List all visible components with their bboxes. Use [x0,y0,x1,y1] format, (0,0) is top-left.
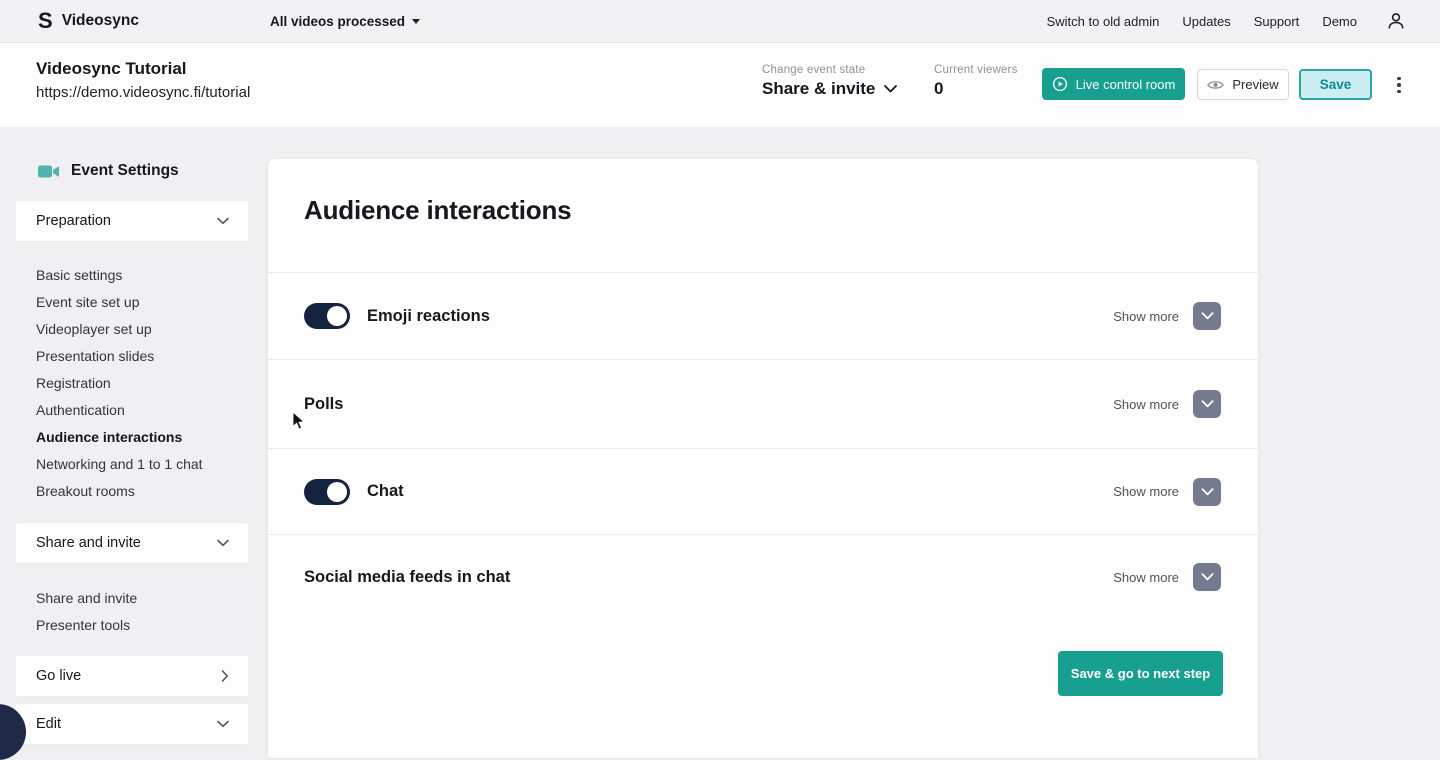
event-settings-header: Event Settings [38,162,179,180]
videosync-logo-icon: S [38,8,53,33]
event-state-value: Share & invite [762,79,876,98]
row-label: Emoji reactions [367,306,490,325]
chevron-right-icon [221,670,229,682]
chevron-down-icon [1201,312,1213,320]
row-label: Polls [304,394,344,413]
save-button[interactable]: Save [1299,69,1372,100]
row-label: Social media feeds in chat [304,567,511,586]
show-more-link[interactable]: Show more [1113,484,1179,499]
current-viewers-value: 0 [934,79,944,98]
sidebar-item-share-and-invite[interactable]: Share and invite [36,584,137,611]
more-options-button[interactable] [1391,73,1407,97]
sidebar-item-networking-1to1-chat[interactable]: Networking and 1 to 1 chat [36,450,203,477]
sidebar-item-presenter-tools[interactable]: Presenter tools [36,611,137,638]
save-next-label: Save & go to next step [1070,666,1211,681]
share-nav-list: Share and invite Presenter tools [36,584,137,638]
event-state-block: Change event state Share & invite [762,64,898,99]
row-label: Chat [367,482,404,500]
videos-processed-label: All videos processed [270,14,406,29]
save-and-next-step-button[interactable]: Save & go to next step [1058,651,1223,696]
section-edit[interactable]: Edit [16,704,248,744]
toggle-knob [327,306,347,326]
kebab-dot [1397,83,1401,87]
show-more-link[interactable]: Show more [1113,309,1179,324]
preparation-nav-list: Basic settings Event site set up Videopl… [36,262,203,504]
chevron-down-icon [884,85,898,93]
event-settings-title: Event Settings [71,162,179,179]
link-switch-old-admin[interactable]: Switch to old admin [1047,14,1160,29]
preview-label: Preview [1232,77,1279,92]
toggle-knob [327,481,347,502]
top-bar: S Videosync All videos processed Switch … [0,0,1440,43]
current-viewers-label: Current viewers [934,64,1018,76]
row-emoji-reactions: Emoji reactions Show more [268,272,1258,359]
caret-down-icon [412,19,421,24]
section-go-live-label: Go live [36,668,82,684]
chat-toggle[interactable] [304,478,350,505]
video-camera-icon [38,165,59,177]
link-support[interactable]: Support [1254,14,1300,29]
expand-row-button[interactable] [1193,477,1221,506]
chevron-down-icon [217,217,229,225]
event-state-label: Change event state [762,64,866,76]
event-header: Videosync Tutorial https://demo.videosyn… [0,43,1440,127]
topbar-links: Switch to old admin Updates Support Demo [1047,11,1406,31]
eye-icon [1207,80,1225,89]
save-label: Save [1319,77,1352,92]
kebab-dot [1397,76,1401,81]
person-icon [1388,13,1404,29]
live-control-room-button[interactable]: Live control room [1042,68,1185,100]
section-share-and-invite[interactable]: Share and invite [16,523,248,563]
expand-row-button[interactable] [1193,390,1221,418]
event-url[interactable]: https://demo.videosync.fi/tutorial [36,84,250,101]
preview-button[interactable]: Preview [1197,69,1289,100]
brand-name: Videosync [61,12,139,29]
play-circle-icon [1052,76,1067,92]
sidebar-item-authentication[interactable]: Authentication [36,396,203,423]
card-footer: Save & go to next step [1058,651,1223,696]
emoji-reactions-toggle[interactable] [304,303,350,329]
current-viewers-block: Current viewers 0 [934,64,1018,99]
row-social-media-feeds: Social media feeds in chat Show more [268,534,1258,619]
sidebar-item-basic-settings[interactable]: Basic settings [36,262,203,289]
event-title: Videosync Tutorial [36,59,187,78]
sidebar-item-breakout-rooms[interactable]: Breakout rooms [36,477,203,504]
brand-logo[interactable]: S Videosync [38,10,139,32]
chevron-down-icon [217,720,229,728]
show-more-link[interactable]: Show more [1113,570,1179,585]
sidebar-item-videoplayer-set-up[interactable]: Videoplayer set up [36,316,203,343]
expand-row-button[interactable] [1193,302,1221,330]
settings-rows: Emoji reactions Show more Polls Show mor… [268,272,1258,619]
section-go-live[interactable]: Go live [16,656,248,696]
row-polls: Polls Show more [268,359,1258,448]
kebab-dot [1397,89,1401,94]
show-more-link[interactable]: Show more [1113,397,1179,412]
sidebar-item-event-site-set-up[interactable]: Event site set up [36,289,203,316]
expand-row-button[interactable] [1193,563,1221,591]
section-preparation-label: Preparation [36,213,111,229]
section-preparation[interactable]: Preparation [16,201,248,241]
chevron-down-icon [1201,400,1213,408]
chevron-down-icon [217,539,229,547]
live-control-room-label: Live control room [1075,76,1176,92]
user-account-button[interactable] [1386,11,1406,31]
audience-interactions-panel: Audience interactions Emoji reactions Sh… [267,158,1259,758]
event-state-dropdown[interactable]: Share & invite [762,79,898,99]
chevron-down-icon [1201,487,1213,495]
sidebar-item-presentation-slides[interactable]: Presentation slides [36,343,203,370]
videos-processed-dropdown[interactable]: All videos processed [270,0,421,43]
link-demo[interactable]: Demo [1322,14,1357,29]
sidebar-item-audience-interactions[interactable]: Audience interactions [36,423,203,450]
link-updates[interactable]: Updates [1182,14,1230,29]
page-title: Audience interactions [304,195,572,225]
chevron-down-icon [1201,573,1213,581]
section-share-label: Share and invite [36,535,141,551]
row-chat: Chat Show more [268,448,1258,534]
sidebar-item-registration[interactable]: Registration [36,370,203,397]
